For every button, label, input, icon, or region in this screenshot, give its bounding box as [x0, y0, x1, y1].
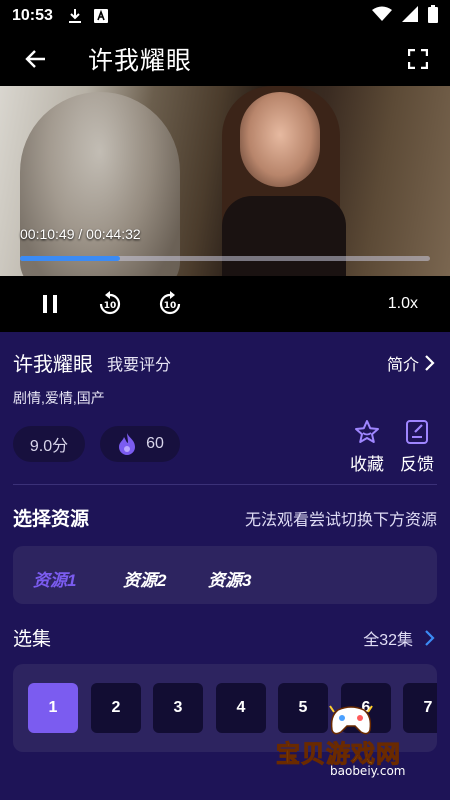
- svg-text:10: 10: [164, 301, 177, 311]
- video-frame-face: [240, 92, 320, 187]
- episode-1[interactable]: 1: [28, 683, 78, 733]
- episode-title: 选集: [13, 629, 52, 650]
- download-icon: [67, 8, 83, 24]
- svg-text:10: 10: [104, 301, 117, 311]
- rate-button[interactable]: 我要评分: [107, 351, 171, 375]
- arrow-left-icon: [25, 50, 45, 68]
- video-frame-figure: [20, 92, 180, 276]
- rewind-10-button[interactable]: 10: [90, 284, 130, 324]
- watermark-url: baobeiy.com: [330, 764, 406, 778]
- star-icon: [355, 420, 379, 443]
- chevron-right-icon: [425, 354, 435, 371]
- wifi-icon: [372, 6, 392, 27]
- show-title: 许我耀眼: [13, 354, 93, 376]
- episode-header: 选集 全32集: [13, 624, 437, 651]
- source-hint: 无法观看尝试切换下方资源: [244, 511, 437, 529]
- score-badge: 9.0分: [13, 426, 85, 462]
- episode-3[interactable]: 3: [153, 683, 203, 733]
- video-frame-body: [222, 196, 346, 276]
- pause-icon: [43, 295, 57, 313]
- intro-label: 简介: [386, 356, 419, 374]
- status-time: 10:53: [12, 7, 53, 24]
- gamepad-icon: [329, 705, 373, 735]
- episode-4[interactable]: 4: [216, 683, 266, 733]
- favorite-label: 收藏: [350, 455, 384, 474]
- cell-signal-icon: [402, 5, 418, 27]
- all-episodes-button[interactable]: 全32集: [363, 626, 437, 650]
- playback-speed-button[interactable]: 1.0x: [388, 295, 418, 313]
- status-bar: 10:53: [0, 0, 450, 32]
- genre-tags: 剧情,爱情,国产: [13, 390, 105, 406]
- page-title: 许我耀眼: [88, 47, 193, 75]
- episode-2[interactable]: 2: [91, 683, 141, 733]
- seek-bar[interactable]: [20, 256, 430, 261]
- source-title: 选择资源: [13, 509, 90, 530]
- watermark-logo: 宝贝游戏网 baobeiy.com: [270, 702, 450, 786]
- source-list: 资源1 资源2 资源3: [13, 546, 437, 604]
- forward-10-button[interactable]: 10: [150, 284, 190, 324]
- seek-bar-fill: [20, 256, 120, 261]
- edit-note-icon: [406, 420, 428, 444]
- flame-icon: [119, 433, 136, 455]
- video-player[interactable]: 00:10:49 / 00:44:32: [0, 86, 450, 276]
- chevron-right-icon: [425, 629, 435, 646]
- keyboard-a-icon: [93, 8, 109, 24]
- battery-icon: [428, 4, 438, 28]
- favorite-button[interactable]: 收藏: [350, 418, 384, 475]
- source-option-3[interactable]: 资源3: [208, 566, 251, 591]
- app-bar: 许我耀眼: [0, 32, 450, 86]
- forward-10-icon: 10: [159, 291, 181, 315]
- source-option-2[interactable]: 资源2: [123, 566, 166, 591]
- feedback-button[interactable]: 反馈: [400, 418, 434, 475]
- intro-button[interactable]: 简介: [387, 351, 437, 375]
- divider: [13, 484, 437, 485]
- source-header: 选择资源 无法观看尝试切换下方资源: [13, 504, 437, 531]
- replay-10-icon: 10: [99, 291, 121, 315]
- source-option-1[interactable]: 资源1: [33, 566, 76, 591]
- heat-badge: 60: [100, 426, 180, 462]
- player-controls: 10 10 1.0x: [0, 276, 450, 332]
- feedback-label: 反馈: [400, 455, 434, 474]
- playback-time: 00:10:49 / 00:44:32: [20, 226, 141, 242]
- title-row: 许我耀眼 我要评分 简介: [13, 348, 437, 377]
- episode-total: 全32集: [363, 631, 413, 649]
- score-value: 9.0分: [29, 438, 69, 455]
- back-button[interactable]: [16, 39, 56, 79]
- fullscreen-icon: [408, 49, 428, 69]
- pause-button[interactable]: [30, 284, 70, 324]
- fullscreen-button[interactable]: [404, 45, 432, 73]
- heat-value: 60: [146, 435, 164, 452]
